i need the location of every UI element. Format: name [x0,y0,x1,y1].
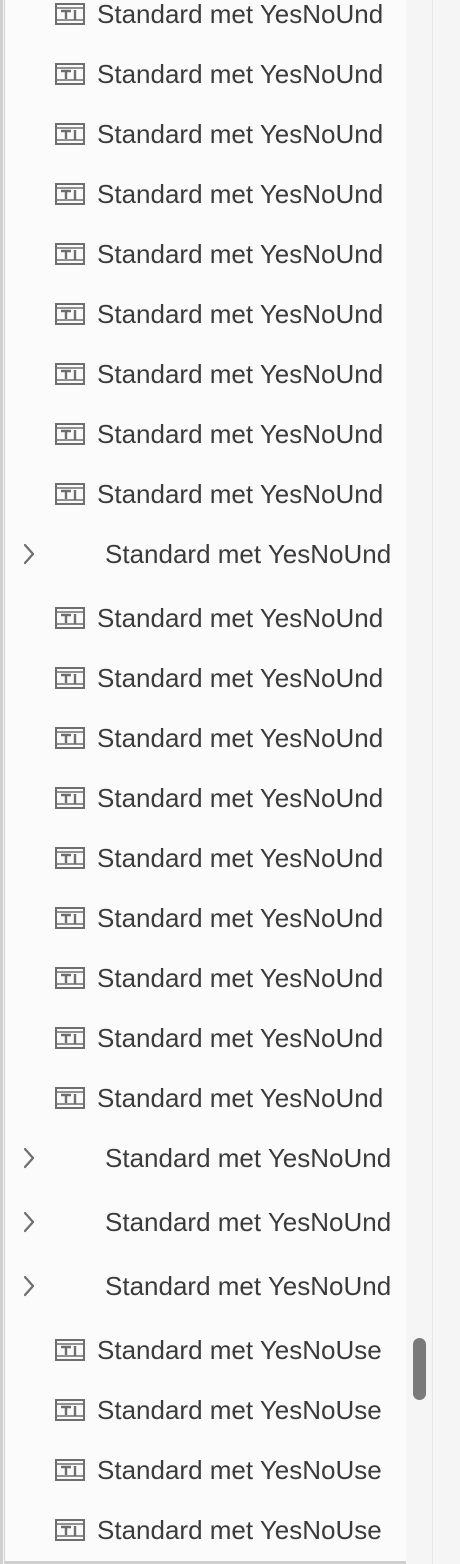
text-field-icon [55,483,85,505]
tree-row-label: Standard met YesNoUnd [97,843,384,873]
tree-row-label: Standard met YesNoUnd [97,239,384,269]
tree-field-row[interactable]: Standard met YesNoUnd [5,0,407,44]
tree-field-row[interactable]: Standard met YesNoUnd [5,1068,407,1128]
tree-field-row[interactable]: Standard met YesNoUnd [5,828,407,888]
tree-row-label: Standard met YesNoUnd [105,1271,392,1301]
tree-group-row[interactable]: Standard met YesNoUnd [5,1192,407,1252]
text-field-icon [55,667,85,689]
tree-row-label: Standard met YesNoUse [97,1455,382,1485]
tree-field-row[interactable]: Standard met YesNoUse [5,1380,407,1440]
text-field-icon [55,183,85,205]
tree-row-label: Standard met YesNoUnd [97,419,384,449]
tree-field-row[interactable]: Standard met YesNoUnd [5,44,407,104]
tree-row-label: Standard met YesNoUnd [97,903,384,933]
tree-row-label: Standard met YesNoUnd [97,359,384,389]
tree-row-label: Standard met YesNoUnd [105,1143,392,1173]
chevron-right-icon[interactable] [21,542,37,566]
tree-field-row[interactable]: Standard met YesNoUnd [5,104,407,164]
tree-row-label: Standard met YesNoUnd [97,663,384,693]
text-field-icon [55,123,85,145]
text-field-icon [55,907,85,929]
tree-group-row[interactable]: Standard met YesNoUnd [5,1256,407,1316]
text-field-icon [55,847,85,869]
chevron-right-icon[interactable] [21,1274,37,1298]
tree-field-row[interactable]: Standard met YesNoUnd [5,464,407,524]
field-tree-panel: Standard met YesNoUnd Standard met YesNoU… [4,0,408,1564]
tree-row-label: Standard met YesNoUnd [97,479,384,509]
vertical-scrollbar-thumb[interactable] [413,1338,426,1400]
tree-row-label: Standard met YesNoUnd [97,723,384,753]
text-field-icon [55,3,85,25]
tree-row-label: Standard met YesNoUnd [97,299,384,329]
text-field-icon [55,1087,85,1109]
window-left-border [0,0,3,1564]
text-field-icon [55,607,85,629]
tree-row-label: Standard met YesNoUse [97,1395,382,1425]
text-field-icon [55,363,85,385]
chevron-right-icon[interactable] [21,1210,37,1234]
text-field-icon [55,303,85,325]
text-field-icon [55,1459,85,1481]
tree-field-row[interactable]: Standard met YesNoUnd [5,1008,407,1068]
tree-field-row[interactable]: Standard met YesNoUse [5,1440,407,1500]
tree-row-label: Standard met YesNoUnd [97,1083,384,1113]
tree-field-row[interactable]: Standard met YesNoUnd [5,948,407,1008]
tree-row-label: Standard met YesNoUnd [97,179,384,209]
text-field-icon [55,1027,85,1049]
tree-field-row[interactable]: Standard met YesNoUnd [5,708,407,768]
tree-field-row[interactable]: Standard met YesNoUse [5,1320,407,1380]
tree-field-row[interactable]: Standard met YesNoUnd [5,404,407,464]
tree-row-label: Standard met YesNoUnd [97,1023,384,1053]
tree-field-row[interactable]: Standard met YesNoUnd [5,224,407,284]
tree-row-label: Standard met YesNoUnd [97,783,384,813]
text-field-icon [55,1519,85,1541]
tree-field-row[interactable]: Standard met YesNoUnd [5,888,407,948]
tree-field-row[interactable]: Standard met YesNoUnd [5,284,407,344]
text-field-icon [55,243,85,265]
tree-row-label: Standard met YesNoUnd [97,59,384,89]
tree-row-label: Standard met YesNoUnd [105,539,392,569]
tree-group-row[interactable]: Standard met YesNoUnd [5,524,407,584]
tree-row-label: Standard met YesNoUnd [97,0,384,29]
text-field-icon [55,1339,85,1361]
chevron-right-icon[interactable] [21,1146,37,1170]
tree-field-row[interactable]: Standard met YesNoUnd [5,648,407,708]
tree-row-label: Standard met YesNoUnd [97,963,384,993]
text-field-icon [55,1399,85,1421]
text-field-icon [55,63,85,85]
tree-field-row[interactable]: Standard met YesNoUnd [5,344,407,404]
tree-field-row[interactable]: Standard met YesNoUnd [5,588,407,648]
tree-row-label: Standard met YesNoUnd [97,603,384,633]
tree-row-label: Standard met YesNoUnd [105,1207,392,1237]
text-field-icon [55,967,85,989]
text-field-icon [55,787,85,809]
tree-field-row[interactable]: Standard met YesNoUse [5,1500,407,1560]
vertical-scrollbar-track[interactable] [406,0,433,1564]
tree-row-label: Standard met YesNoUse [97,1335,382,1365]
tree-row-label: Standard met YesNoUnd [97,119,384,149]
tree-group-row[interactable]: Standard met YesNoUnd [5,1128,407,1188]
text-field-icon [55,727,85,749]
tree-field-row[interactable]: Standard met YesNoUnd [5,164,407,224]
tree-row-label: Standard met YesNoUse [97,1515,382,1545]
tree-field-row[interactable]: Standard met YesNoUnd [5,768,407,828]
text-field-icon [55,423,85,445]
